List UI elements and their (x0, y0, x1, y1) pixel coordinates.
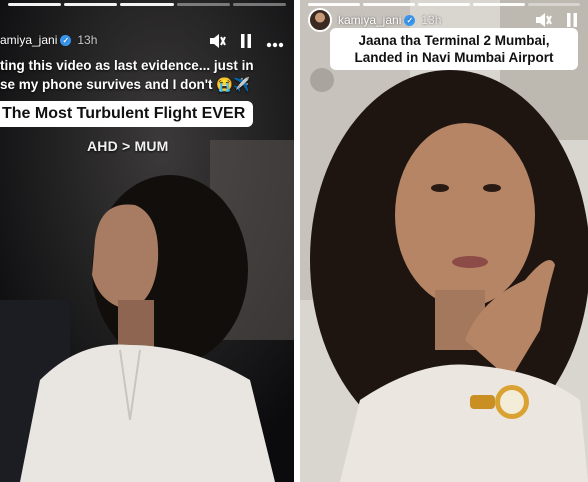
video-frame-selfie (300, 0, 588, 482)
username[interactable]: kamiya_jani (0, 33, 57, 47)
story-right[interactable]: kamiya_jani ✓ 13h Jaana tha Terminal 2 M… (300, 0, 588, 482)
story-header: kamiya_jani ✓ 13h (0, 33, 97, 47)
avatar[interactable] (308, 8, 332, 32)
caption-line-2: se my phone survives and I don't 😭✈️ (0, 77, 250, 92)
story-title-sticker: The Most Turbulent Flight EVER (0, 101, 254, 127)
caption-line-2: Landed in Navi Mumbai Airport (354, 50, 554, 65)
pause-icon[interactable] (240, 33, 252, 54)
caption-line-1: Jaana tha Terminal 2 Mumbai, (358, 33, 550, 48)
verified-badge-icon: ✓ (404, 14, 416, 26)
more-icon[interactable] (266, 35, 284, 53)
caption-line-1: ting this video as last evidence... just… (0, 58, 254, 73)
caption-sticker: Jaana tha Terminal 2 Mumbai, Landed in N… (330, 28, 578, 70)
timestamp: 13h (77, 33, 98, 47)
story-progress-bar (8, 3, 287, 6)
story-progress-bar (308, 3, 580, 6)
route-text: AHD > MUM (87, 138, 169, 154)
mute-icon[interactable] (208, 33, 226, 54)
story-controls (208, 33, 284, 54)
timestamp: 13h (421, 13, 442, 27)
username[interactable]: kamiya_jani (338, 13, 401, 27)
verified-badge-icon: ✓ (60, 34, 72, 46)
story-left[interactable]: kamiya_jani ✓ 13h ting this video as las… (0, 0, 294, 482)
